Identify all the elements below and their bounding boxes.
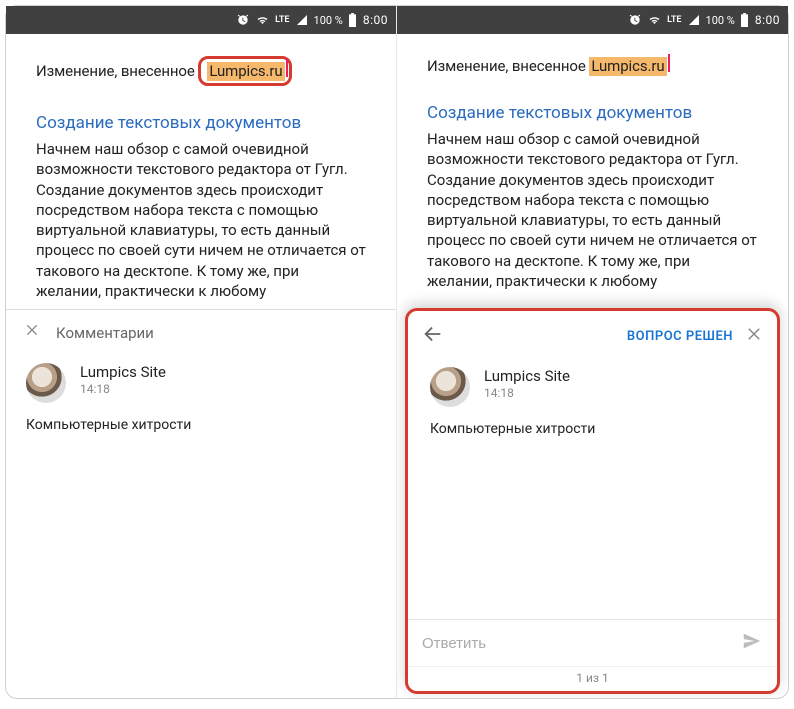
comment-text: Компьютерные хитрости [26, 417, 376, 433]
battery-label: 100 % [706, 14, 735, 27]
alarm-icon [628, 13, 642, 27]
lte-label: LTE [667, 15, 681, 25]
comments-header: Комментарии [6, 309, 396, 355]
comment-author: Lumpics Site [80, 363, 166, 381]
edit-prefix: Изменение, внесенное [427, 57, 589, 75]
wifi-icon [647, 14, 662, 26]
detail-body: Lumpics Site 14:18 Компьютерные хитрости [408, 361, 777, 619]
reply-input[interactable] [422, 635, 741, 652]
battery-icon [348, 13, 357, 27]
highlighted-author[interactable]: Lumpics.ru [589, 57, 666, 76]
clock-time: 8:00 [755, 13, 780, 27]
signal-icon [687, 14, 701, 26]
send-icon[interactable] [741, 630, 763, 656]
document-area: Изменение, внесенное Lumpics.ru Создание… [397, 34, 788, 299]
edit-prefix: Изменение, внесенное [36, 62, 198, 80]
reply-row [408, 619, 777, 666]
doc-paragraph: Начнем наш обзор с самой очевидной возмо… [427, 129, 758, 291]
status-bar: LTE 100 % 8:00 [6, 6, 396, 34]
battery-icon [740, 13, 749, 27]
avatar [430, 367, 470, 407]
doc-heading: Создание текстовых документов [427, 102, 758, 125]
wifi-icon [255, 14, 270, 26]
lte-label: LTE [275, 15, 289, 25]
edit-attribution: Изменение, внесенное Lumpics.ru [427, 56, 758, 76]
comment-author: Lumpics Site [484, 367, 570, 385]
alarm-icon [236, 13, 250, 27]
comment-text: Компьютерные хитрости [430, 421, 755, 437]
comments-title: Комментарии [56, 324, 154, 342]
clock-time: 8:00 [363, 13, 388, 27]
phone-right: LTE 100 % 8:00 Изменение, внесенное Lump… [397, 6, 788, 698]
edit-attribution: Изменение, внесенное Lumpics.ru [36, 56, 366, 86]
status-bar: LTE 100 % 8:00 [397, 6, 788, 34]
phone-left: LTE 100 % 8:00 Изменение, внесенное Lump… [6, 6, 397, 698]
comment-detail-panel: ВОПРОС РЕШЕН Lumpics Site 14:18 Компьюте… [405, 308, 780, 694]
battery-label: 100 % [314, 14, 343, 27]
document-area: Изменение, внесенное Lumpics.ru Создание… [6, 34, 396, 309]
detail-header: ВОПРОС РЕШЕН [408, 311, 777, 361]
pager-label: 1 из 1 [408, 666, 777, 691]
close-icon[interactable] [24, 322, 40, 343]
resolve-button[interactable]: ВОПРОС РЕШЕН [627, 329, 733, 344]
signal-icon [295, 14, 309, 26]
comment-time: 14:18 [484, 386, 570, 400]
comment-time: 14:18 [80, 382, 166, 396]
avatar [26, 363, 66, 403]
comment-item[interactable]: Lumpics Site 14:18 Компьютерные хитрости [6, 355, 396, 443]
highlighted-author: Lumpics.ru [207, 62, 284, 81]
doc-paragraph: Начнем наш обзор с самой очевидной возмо… [36, 139, 366, 301]
back-arrow-icon[interactable] [422, 323, 444, 349]
highlight-callout[interactable]: Lumpics.ru [198, 56, 291, 86]
doc-heading: Создание текстовых документов [36, 112, 366, 135]
close-icon[interactable] [745, 325, 763, 347]
